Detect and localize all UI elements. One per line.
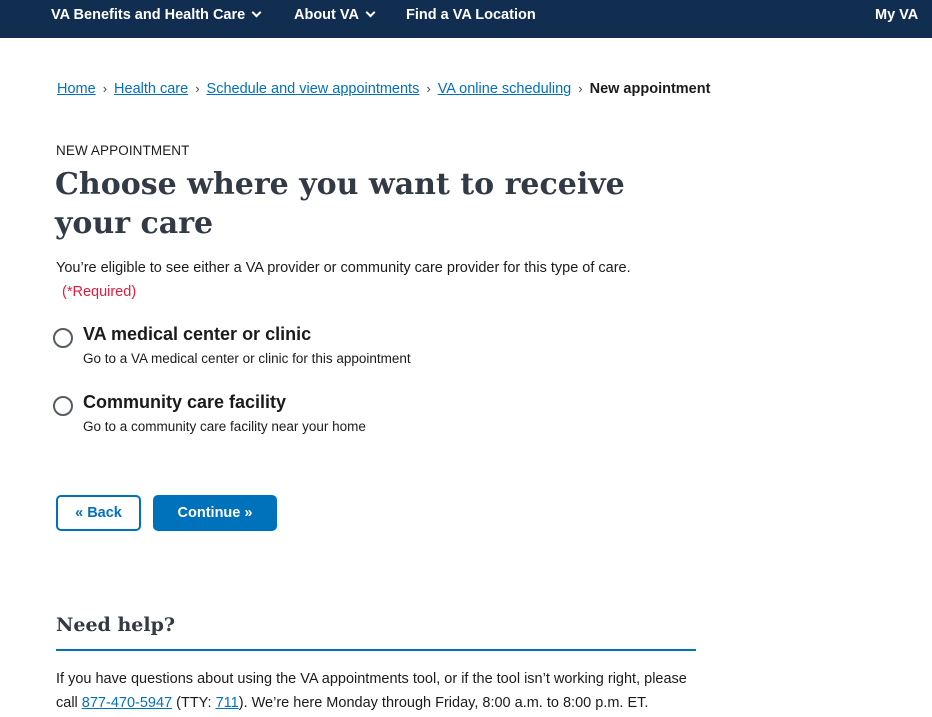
breadcrumb-va-online-scheduling[interactable]: VA online scheduling	[438, 81, 572, 97]
top-navigation-bar: VA Benefits and Health Care About VA Fin…	[0, 0, 932, 38]
breadcrumb-health-care[interactable]: Health care	[114, 81, 188, 97]
intro-text: You’re eligible to see either a VA provi…	[56, 260, 631, 276]
required-indicator: (*Required)	[62, 284, 137, 300]
radio-button[interactable]	[53, 328, 73, 348]
breadcrumb: Home › Health care › Schedule and view appoi…	[57, 80, 710, 98]
nav-va-benefits-label: VA Benefits and Health Care	[51, 7, 246, 23]
radio-option-community-care[interactable]: Community care facility Go to a communit…	[53, 390, 553, 440]
breadcrumb-home[interactable]: Home	[57, 81, 96, 97]
chevron-down-icon	[365, 7, 376, 18]
chevron-down-icon	[251, 7, 262, 18]
radio-button[interactable]	[53, 396, 73, 416]
help-text: If you have questions about using the VA…	[56, 667, 706, 715]
breadcrumb-current: New appointment	[589, 81, 711, 97]
page-eyebrow: NEW APPOINTMENT	[56, 143, 190, 158]
nav-my-va[interactable]: My VA	[875, 6, 918, 24]
breadcrumb-separator: ›	[426, 81, 431, 96]
back-button[interactable]: « Back	[56, 495, 141, 531]
help-title: Need help?	[56, 614, 175, 636]
breadcrumb-schedule-appointments[interactable]: Schedule and view appointments	[207, 81, 420, 97]
help-divider	[56, 649, 696, 651]
help-tty-link[interactable]: 711	[216, 695, 239, 711]
radio-option-description: Go to a VA medical center or clinic for …	[83, 351, 411, 366]
radio-option-va-medical-center[interactable]: VA medical center or clinic Go to a VA m…	[53, 322, 553, 372]
nav-about-va[interactable]: About VA	[294, 6, 376, 24]
nav-va-benefits[interactable]: VA Benefits and Health Care	[51, 6, 262, 24]
radio-option-label[interactable]: VA medical center or clinic	[83, 322, 311, 346]
continue-button[interactable]: Continue »	[153, 495, 277, 531]
nav-my-va-label: My VA	[875, 7, 919, 23]
help-text-part: ). We’re here Monday through Friday, 8:0…	[238, 695, 649, 711]
nav-about-va-label: About VA	[294, 7, 359, 23]
radio-option-label[interactable]: Community care facility	[83, 390, 286, 414]
breadcrumb-separator: ›	[578, 81, 583, 96]
breadcrumb-separator: ›	[195, 81, 200, 96]
nav-find-location[interactable]: Find a VA Location	[406, 6, 536, 24]
page-title: Choose where you want to receive your ca…	[55, 167, 625, 241]
breadcrumb-separator: ›	[102, 81, 108, 96]
help-text-part: (TTY:	[172, 695, 216, 711]
nav-find-location-label: Find a VA Location	[406, 7, 536, 23]
radio-option-description: Go to a community care facility near you…	[83, 419, 366, 434]
help-phone-link[interactable]: 877-470-5947	[82, 695, 172, 711]
